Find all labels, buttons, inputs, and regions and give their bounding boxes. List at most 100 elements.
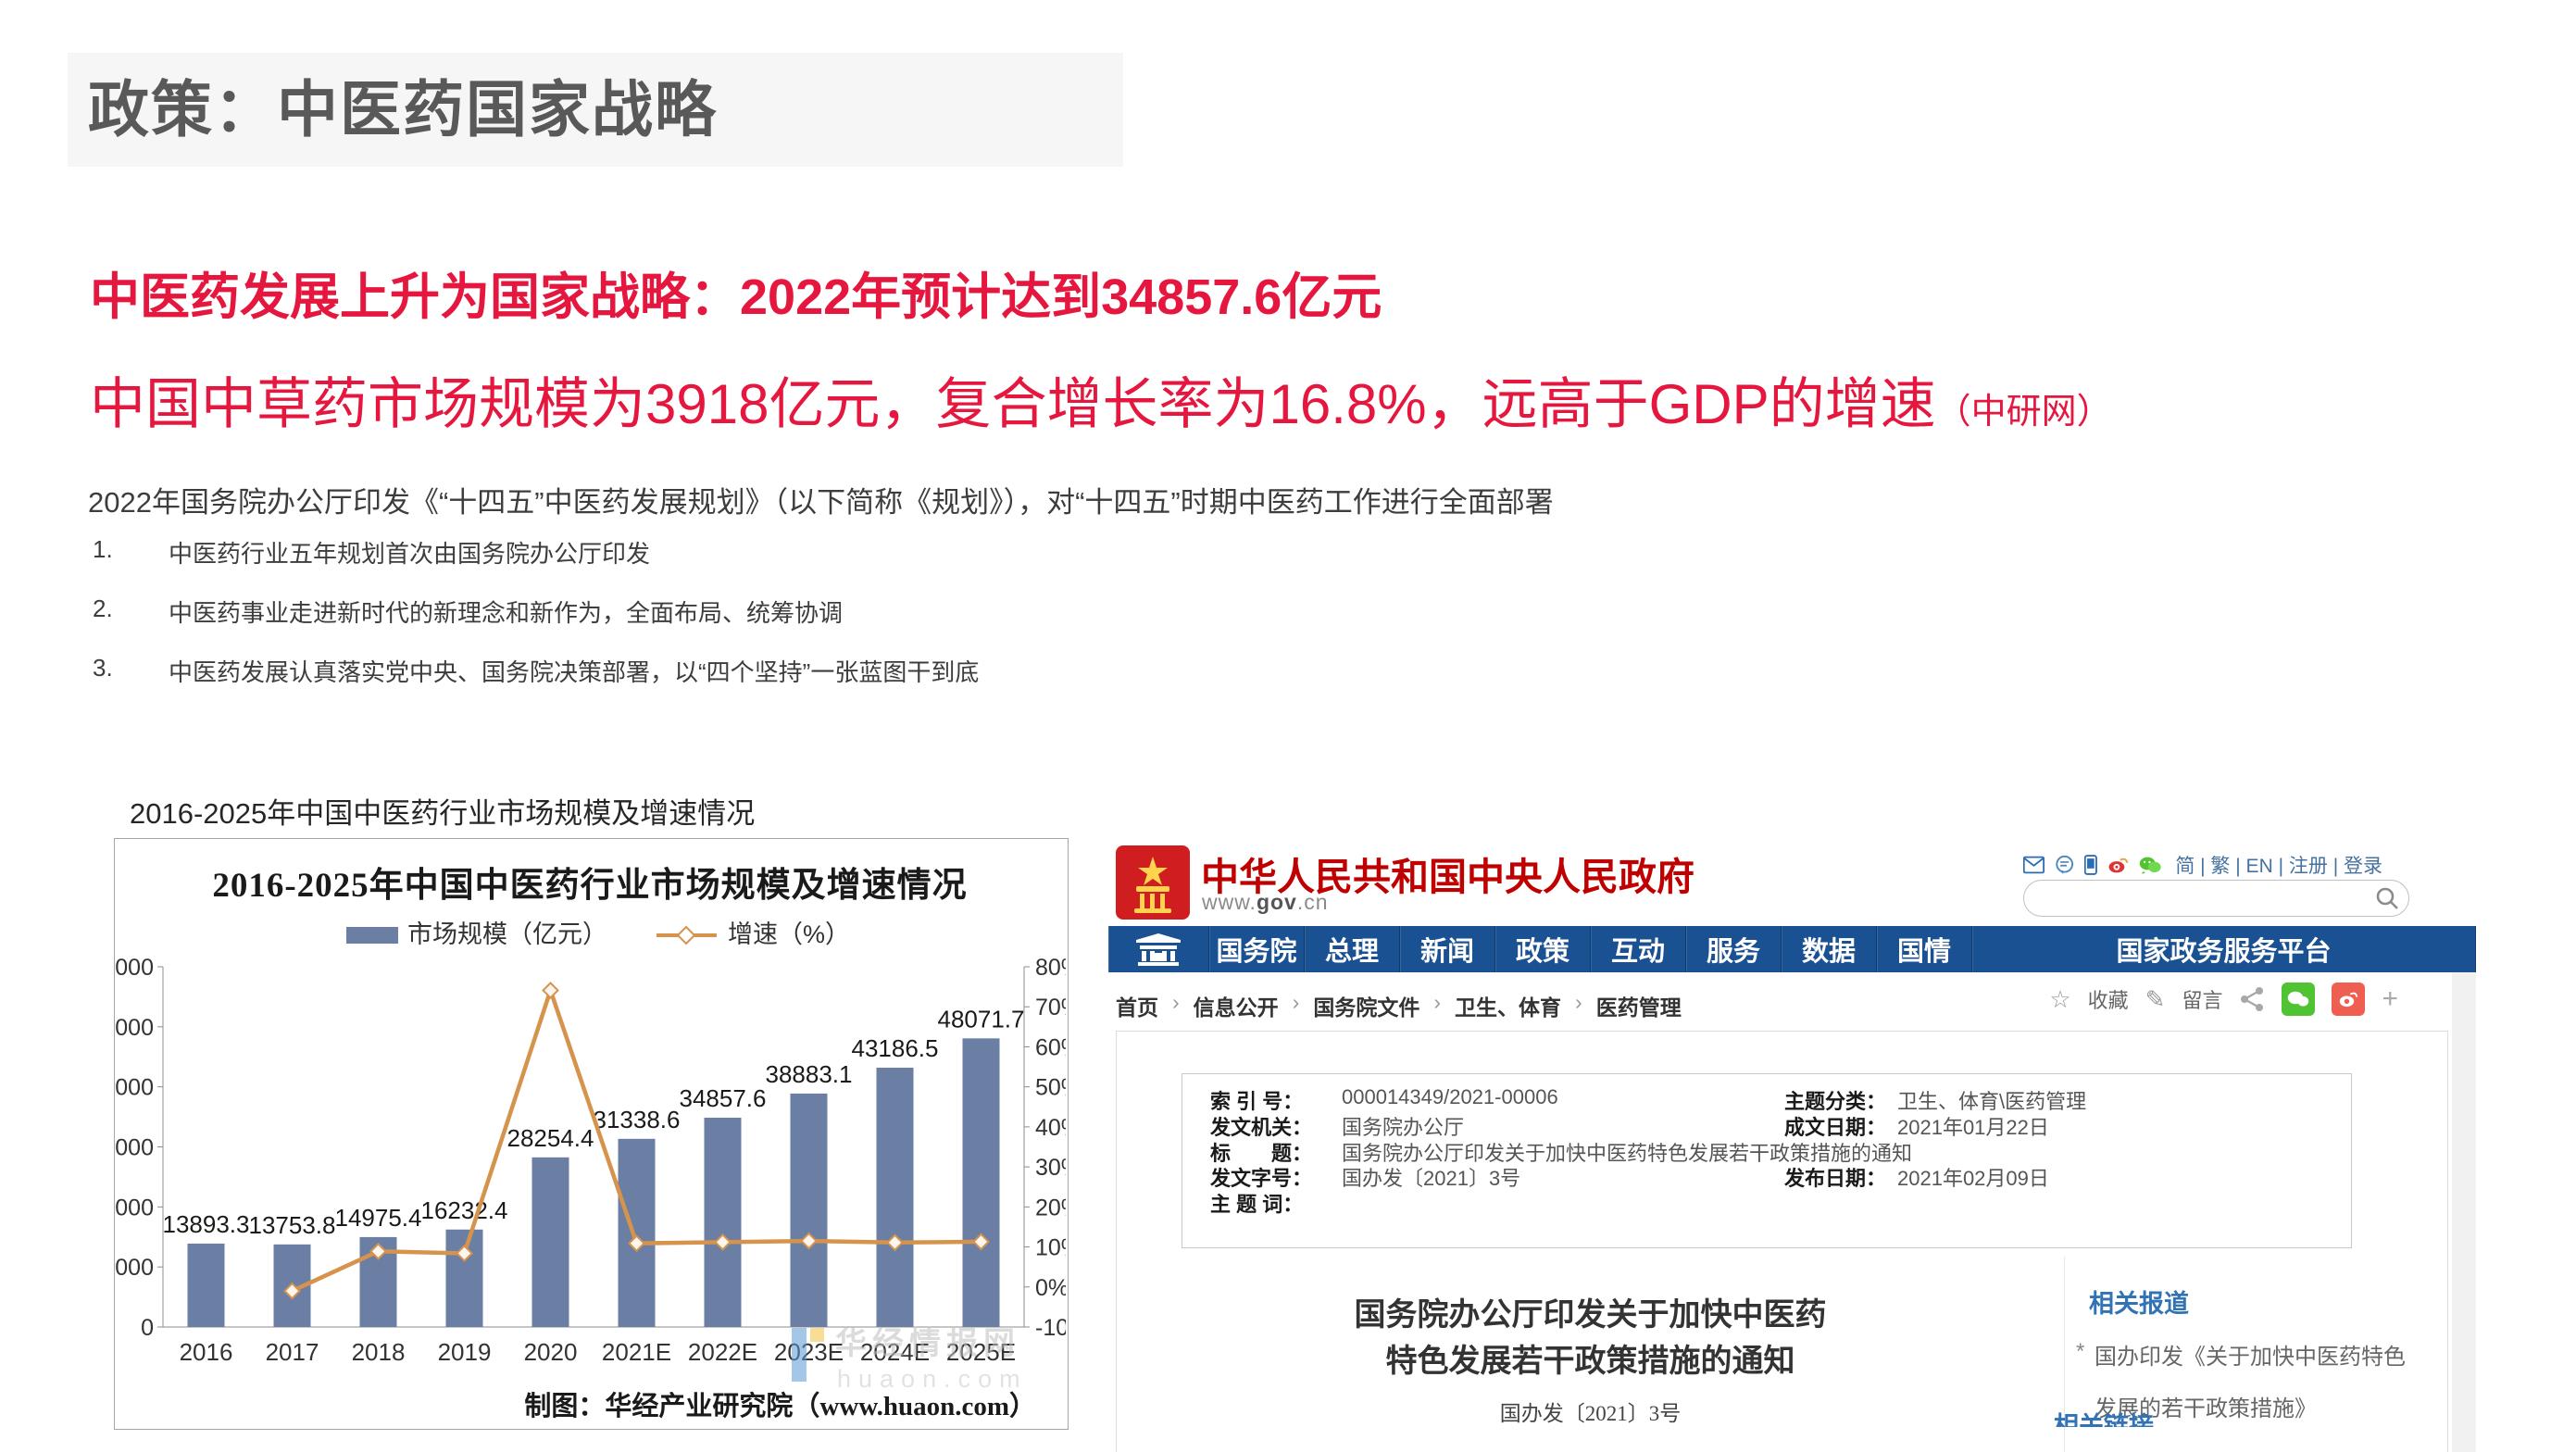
svg-text:60%: 60%: [1035, 1034, 1066, 1060]
body-paragraph: 2022年国务院办公厅印发《“十四五”中医药发展规划》（以下简称《规划》），对“…: [88, 479, 1554, 520]
breadcrumb-row: 首页›信息公开›国务院文件›卫生、体育›医药管理 ☆ 收藏 ✎ 留言 +: [1116, 977, 2449, 1028]
breadcrumb-item[interactable]: 卫生、体育: [1455, 990, 1561, 1021]
related-links-clipped: 相关链接: [2054, 1406, 2239, 1427]
more-actions[interactable]: +: [2382, 983, 2398, 1015]
svg-text:2019: 2019: [438, 1338, 492, 1366]
slide-root: 政策：中医药国家战略 中医药发展上升为国家战略：2022年预计达到34857.6…: [0, 0, 2576, 1452]
nav-item-1[interactable]: 国务院: [1209, 926, 1305, 972]
market-size-chart: 2016-2025年中国中医药行业市场规模及增速情况市场规模（亿元）增速（%）0…: [114, 838, 1069, 1430]
breadcrumb: 首页›信息公开›国务院文件›卫生、体育›医药管理: [1116, 990, 1682, 1021]
mail-icon[interactable]: [2023, 854, 2045, 876]
heading-line2-main: 中国中草药市场规模为3918亿元，复合增长率为16.8%，远高于GDP的增速: [90, 373, 1936, 435]
svg-text:48071.7: 48071.7: [938, 1005, 1025, 1033]
svg-text:huaon.com: huaon.com: [837, 1365, 1028, 1393]
svg-text:2017: 2017: [266, 1338, 319, 1366]
nav-item-3[interactable]: 新闻: [1400, 926, 1495, 972]
svg-text:16232.4: 16232.4: [421, 1196, 508, 1224]
svg-text:华经情报网: 华经情报网: [835, 1326, 1020, 1361]
search-input[interactable]: [2039, 883, 2367, 913]
meta-value: 000014349/2021-00006: [1342, 1085, 1558, 1109]
svg-text:2018: 2018: [352, 1338, 406, 1366]
svg-text:70%: 70%: [1035, 995, 1066, 1020]
wechat-share-icon[interactable]: [2282, 983, 2315, 1016]
svg-text:10%: 10%: [1035, 1235, 1066, 1261]
search-box[interactable]: [2023, 880, 2409, 917]
nav-item-2[interactable]: 总理: [1305, 926, 1400, 972]
meta-row: 索 引 号：000014349/2021-00006主题分类：卫生、体育\医药管…: [1182, 1085, 2351, 1113]
related-item-bullet: *: [2076, 1339, 2084, 1365]
meta-row: 发文字号：国办发〔2021〕3号发布日期：2021年02月09日: [1182, 1162, 2351, 1190]
gov-site-url: www.gov.cn: [1202, 890, 1329, 915]
breadcrumb-item[interactable]: 医药管理: [1596, 990, 1682, 1021]
language-links[interactable]: 简 | 繁 | EN | 注册 | 登录: [2175, 851, 2382, 879]
breadcrumb-item[interactable]: 信息公开: [1194, 990, 1279, 1021]
svg-text:43186.5: 43186.5: [852, 1034, 939, 1062]
list-item: 2.中医药事业走进新时代的新理念和新作为，全面布局、统筹协调: [93, 595, 979, 629]
document-title: 国务院办公厅印发关于加快中医药 特色发展若干政策措施的通知: [1117, 1293, 2064, 1385]
nav-item-8[interactable]: 国情: [1877, 926, 1972, 972]
gov-webpage: 中华人民共和国中央人民政府 www.gov.cn 简 | 繁 | EN | 注册…: [1108, 838, 2478, 1452]
svg-text:-10%: -10%: [1035, 1315, 1066, 1341]
national-emblem-logo: [1116, 845, 1190, 920]
meta-row: 标 题：国务院办公厅印发关于加快中医药特色发展若干政策措施的通知: [1182, 1137, 2351, 1165]
nav-item-6[interactable]: 服务: [1686, 926, 1782, 972]
wechat-icon[interactable]: [2139, 853, 2161, 877]
svg-text:2016-2025年中国中医药行业市场规模及增速情况: 2016-2025年中国中医药行业市场规模及增速情况: [212, 865, 967, 905]
document-number: 国办发〔2021〕3号: [1117, 1396, 2064, 1427]
heading-line2: 中国中草药市场规模为3918亿元，复合增长率为16.8%，远高于GDP的增速（中…: [90, 359, 2112, 440]
pencil-icon[interactable]: ✎: [2145, 985, 2166, 1014]
svg-text:40%: 40%: [1035, 1115, 1066, 1141]
svg-text:2016: 2016: [180, 1338, 233, 1366]
svg-text:30000: 30000: [115, 1135, 154, 1161]
list-item: 3.中医药发展认真落实党中央、国务院决策部署，以“四个坚持”一张蓝图干到底: [93, 654, 979, 688]
mobile-icon[interactable]: [2084, 852, 2097, 878]
svg-text:0: 0: [141, 1315, 154, 1341]
document-card: 索 引 号：000014349/2021-00006主题分类：卫生、体育\医药管…: [1116, 1031, 2448, 1452]
gov-nav-bar: 国务院总理新闻政策互动服务数据国情国家政务服务平台: [1108, 926, 2476, 972]
heading-bold: 中医药发展上升为国家战略：2022年预计达到34857.6亿元: [90, 256, 1382, 329]
nav-item-9[interactable]: 国家政务服务平台: [1972, 926, 2476, 972]
svg-text:10000: 10000: [115, 1255, 154, 1281]
nav-item-5[interactable]: 互动: [1591, 926, 1686, 972]
related-reports-heading: 相关报道: [2089, 1283, 2189, 1320]
svg-text:14975.4: 14975.4: [335, 1204, 422, 1232]
svg-text:制图：华经产业研究院（www.huaon.com）: 制图：华经产业研究院（www.huaon.com）: [524, 1390, 1036, 1421]
svg-text:增速（%）: 增速（%）: [728, 920, 850, 948]
scrollbar-track[interactable]: [2452, 972, 2476, 1452]
nav-item-7[interactable]: 数据: [1782, 926, 1877, 972]
svg-text:2021E: 2021E: [602, 1338, 671, 1366]
favorite-label[interactable]: 收藏: [2088, 984, 2129, 1014]
svg-text:50%: 50%: [1035, 1075, 1066, 1101]
svg-text:2023E: 2023E: [774, 1338, 844, 1366]
svg-text:13893.3: 13893.3: [163, 1210, 250, 1238]
svg-text:28254.4: 28254.4: [507, 1124, 594, 1152]
nav-item-4[interactable]: 政策: [1495, 926, 1591, 972]
weibo-share-icon[interactable]: [2332, 983, 2365, 1016]
list-item: 1.中医药行业五年规划首次由国务院办公厅印发: [93, 535, 979, 570]
nav-home-gate-icon[interactable]: [1108, 926, 1209, 972]
share-icon[interactable]: [2239, 986, 2265, 1012]
svg-text:20%: 20%: [1035, 1195, 1066, 1220]
svg-text:38883.1: 38883.1: [766, 1060, 853, 1088]
search-icon[interactable]: [2375, 886, 2399, 910]
comment-icon[interactable]: [2055, 853, 2074, 877]
meta-row: 发文机关：国务院办公厅成文日期：2021年01月22日: [1182, 1111, 2351, 1139]
weibo-icon[interactable]: [2107, 853, 2129, 877]
svg-text:2022E: 2022E: [688, 1338, 757, 1366]
breadcrumb-item[interactable]: 国务院文件: [1313, 990, 1419, 1021]
svg-text:34857.6: 34857.6: [680, 1084, 767, 1112]
svg-text:2020: 2020: [524, 1338, 578, 1366]
svg-text:20000: 20000: [115, 1195, 154, 1220]
page-actions: ☆ 收藏 ✎ 留言 +: [2049, 983, 2398, 1016]
star-icon[interactable]: ☆: [2049, 985, 2070, 1014]
comment-label[interactable]: 留言: [2182, 984, 2222, 1014]
breadcrumb-item[interactable]: 首页: [1116, 990, 1158, 1021]
meta-row: 主 题 词：: [1182, 1188, 2351, 1216]
svg-text:31338.6: 31338.6: [594, 1106, 681, 1133]
heading-line2-source: （中研网）: [1936, 393, 2112, 432]
page-title: 政策：中医药国家战略: [88, 53, 718, 167]
svg-text:0%: 0%: [1035, 1275, 1066, 1301]
svg-text:50000: 50000: [115, 1015, 154, 1041]
chart-canvas: 2016-2025年中国中医药行业市场规模及增速情况市场规模（亿元）增速（%）0…: [115, 839, 1066, 1427]
chart-caption: 2016-2025年中国中医药行业市场规模及增速情况: [130, 790, 755, 832]
